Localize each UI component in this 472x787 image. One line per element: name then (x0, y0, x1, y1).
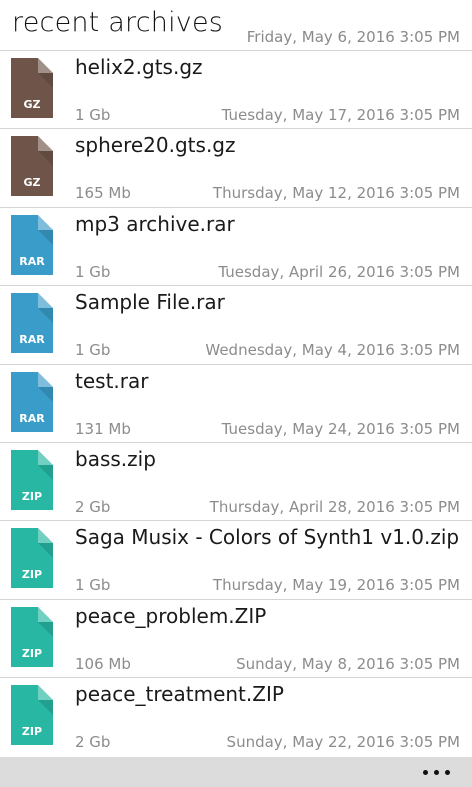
list-item[interactable]: RAR Sample File.rar 1 Gb Wednesday, May 4, … (0, 285, 472, 363)
list-item[interactable]: ZIP bass.zip 2 Gb Thursday, April 28, 2016 … (0, 441, 472, 520)
file-name: Sample File.rar (75, 290, 225, 315)
file-size: 165 Mb (75, 184, 131, 203)
file-name: peace_problem.ZIP (75, 603, 267, 628)
file-date: Thursday, May 19, 2016 3:05 PM (212, 576, 460, 595)
rar-file-icon: RAR (11, 214, 53, 275)
zip-file-icon: ZIP (11, 449, 53, 510)
rar-file-icon: RAR (11, 293, 53, 354)
file-type-label: ZIP (22, 490, 42, 503)
file-date: Tuesday, April 26, 2016 3:05 PM (218, 262, 460, 281)
file-name: peace_treatment.ZIP (75, 682, 284, 707)
file-date: Wednesday, May 4, 2016 3:05 PM (205, 341, 460, 360)
file-date: Sunday, May 22, 2016 3:05 PM (226, 733, 460, 752)
file-size: 1 Gb (75, 262, 111, 281)
file-name: test.rar (75, 368, 149, 393)
ellipsis-icon (434, 770, 439, 775)
file-name: helix2.gts.gz (75, 55, 203, 79)
app-bar (0, 757, 472, 787)
file-name: bass.zip (75, 446, 156, 471)
file-size: 1 Gb (75, 576, 111, 595)
gz-file-icon: GZ (11, 136, 53, 197)
file-size: 1 Gb (75, 106, 111, 124)
file-date: Tuesday, May 17, 2016 3:05 PM (221, 106, 460, 124)
file-type-label: GZ (23, 98, 40, 111)
list-item[interactable]: ZIP peace_treatment.ZIP 2 Gb Sunday, May 22… (0, 677, 472, 755)
file-date: Thursday, April 28, 2016 3:05 PM (209, 497, 460, 516)
file-date: Thursday, May 12, 2016 3:05 PM (212, 184, 460, 203)
archive-list[interactable]: GZ helix2.gts.gz 1 Gb Tuesday, May 17, 2016… (0, 50, 472, 756)
file-date: Tuesday, May 24, 2016 3:05 PM (221, 419, 460, 438)
file-size: 2 Gb (75, 733, 111, 752)
ellipsis-icon (445, 770, 450, 775)
file-type-label: ZIP (22, 647, 42, 660)
zip-file-icon: ZIP (11, 685, 53, 746)
file-name: sphere20.gts.gz (75, 133, 236, 158)
file-type-label: RAR (19, 412, 45, 425)
file-type-label: ZIP (22, 568, 42, 581)
file-type-label: ZIP (22, 725, 42, 738)
file-date: Friday, May 6, 2016 3:05 PM (246, 28, 460, 46)
page-title: recent archives (12, 3, 232, 43)
file-type-label: RAR (19, 255, 45, 268)
list-item[interactable]: RAR mp3 archive.rar 1 Gb Tuesday, April 26,… (0, 206, 472, 285)
file-size: 106 Mb (75, 654, 131, 673)
file-size: 2 Gb (75, 497, 111, 516)
list-item[interactable]: ZIP peace_problem.ZIP 106 Mb Sunday, May 8,… (0, 598, 472, 677)
file-type-label: GZ (23, 176, 40, 189)
more-button[interactable] (420, 763, 454, 781)
file-date: Sunday, May 8, 2016 3:05 PM (236, 654, 460, 673)
rar-file-icon: RAR (11, 371, 53, 432)
file-name: mp3 archive.rar (75, 211, 235, 236)
list-item[interactable]: RAR test.rar 131 Mb Tuesday, May 24, 2016 3… (0, 363, 472, 442)
zip-file-icon: ZIP (11, 606, 53, 667)
file-size: 131 Mb (75, 419, 131, 438)
list-item[interactable]: ZIP Saga Musix - Colors of Synth1 v1.0.zi… (0, 520, 472, 598)
zip-file-icon: ZIP (11, 528, 53, 589)
file-size: 1 Gb (75, 341, 111, 360)
app-window: recent archives 2 Gb Friday, May 6, 2016… (0, 0, 472, 787)
list-item[interactable]: GZ helix2.gts.gz 1 Gb Tuesday, May 17, 2016… (0, 50, 472, 128)
gz-file-icon: GZ (11, 58, 53, 118)
list-item[interactable]: GZ sphere20.gts.gz 165 Mb Thursday, May 12,… (0, 128, 472, 206)
file-type-label: RAR (19, 333, 45, 346)
ellipsis-icon (423, 770, 428, 775)
file-name: Saga Musix - Colors of Synth1 v1.0.zip (75, 525, 460, 550)
